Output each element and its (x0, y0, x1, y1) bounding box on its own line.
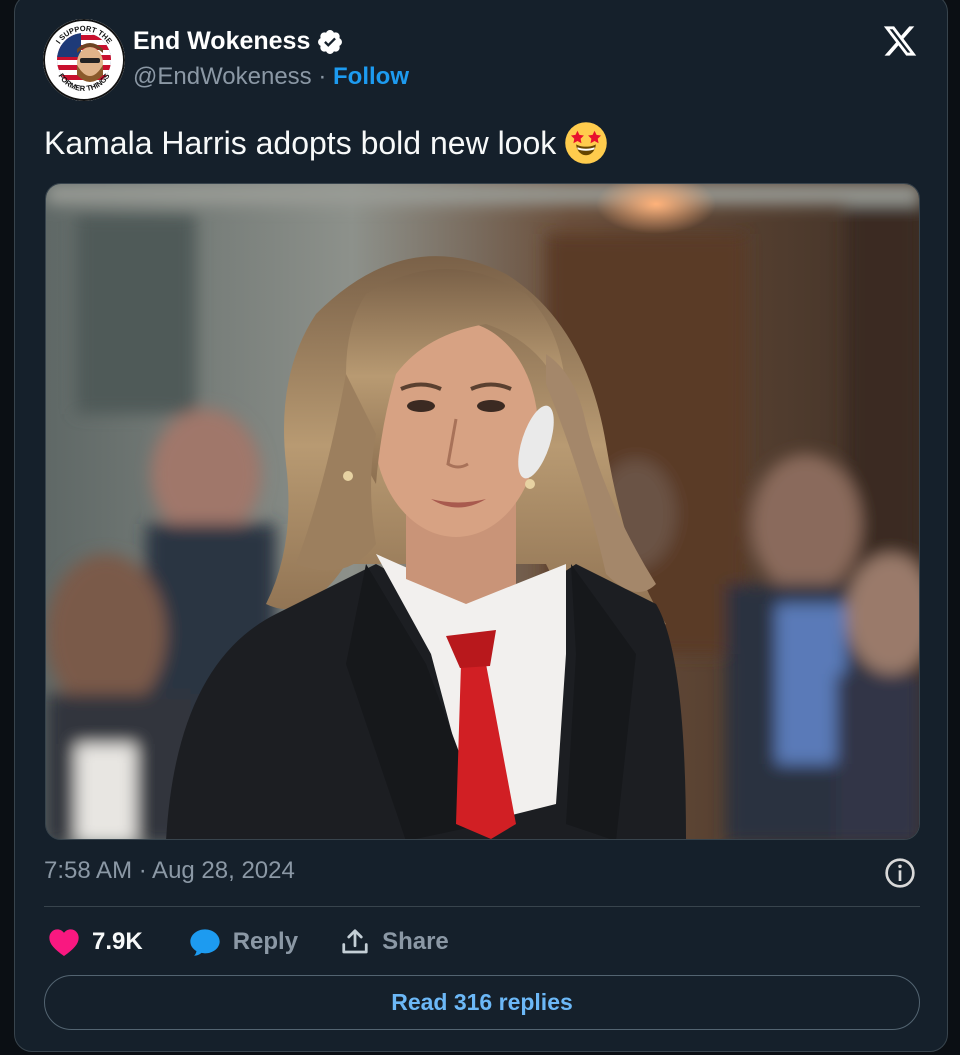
info-icon[interactable] (884, 857, 916, 889)
reply-button[interactable]: Reply (189, 927, 298, 957)
tweet-text-content: Kamala Harris adopts bold new look (44, 124, 557, 161)
avatar[interactable]: I SUPPORT THE FORMER THINGS (43, 19, 125, 101)
tweet-media-photo[interactable] (45, 183, 920, 840)
handle-row: @EndWokeness · Follow (133, 63, 409, 91)
avatar-image: I SUPPORT THE FORMER THINGS (43, 19, 125, 101)
reply-bubble-icon (190, 929, 220, 956)
tweet-embed-card: I SUPPORT THE FORMER THINGS End Wokeness… (14, 0, 948, 1052)
star-struck-emoji-icon (565, 122, 608, 164)
author-name-text: End Wokeness (133, 27, 311, 55)
follow-button[interactable]: Follow (333, 63, 409, 90)
author-handle[interactable]: @EndWokeness (133, 63, 312, 90)
tweet-text: Kamala Harris adopts bold new look (44, 121, 608, 165)
share-button[interactable]: Share (340, 927, 449, 957)
share-icon (342, 929, 368, 954)
heart-icon (49, 929, 79, 956)
share-label: Share (382, 928, 449, 955)
read-replies-button[interactable]: Read 316 replies (44, 975, 920, 1030)
photo-illustration (46, 184, 919, 839)
divider (44, 906, 920, 907)
separator: · (311, 63, 334, 90)
verified-badge-icon (318, 29, 343, 54)
tweet-timestamp[interactable]: 7:58 AM · Aug 28, 2024 (44, 857, 295, 885)
reply-label: Reply (232, 928, 299, 955)
author-name[interactable]: End Wokeness (133, 27, 344, 56)
x-logo-icon[interactable] (881, 23, 919, 59)
like-button[interactable]: 7.9K (48, 927, 143, 957)
tweet-actions: 7.9K Reply Share (48, 919, 449, 965)
like-count: 7.9K (92, 928, 143, 955)
